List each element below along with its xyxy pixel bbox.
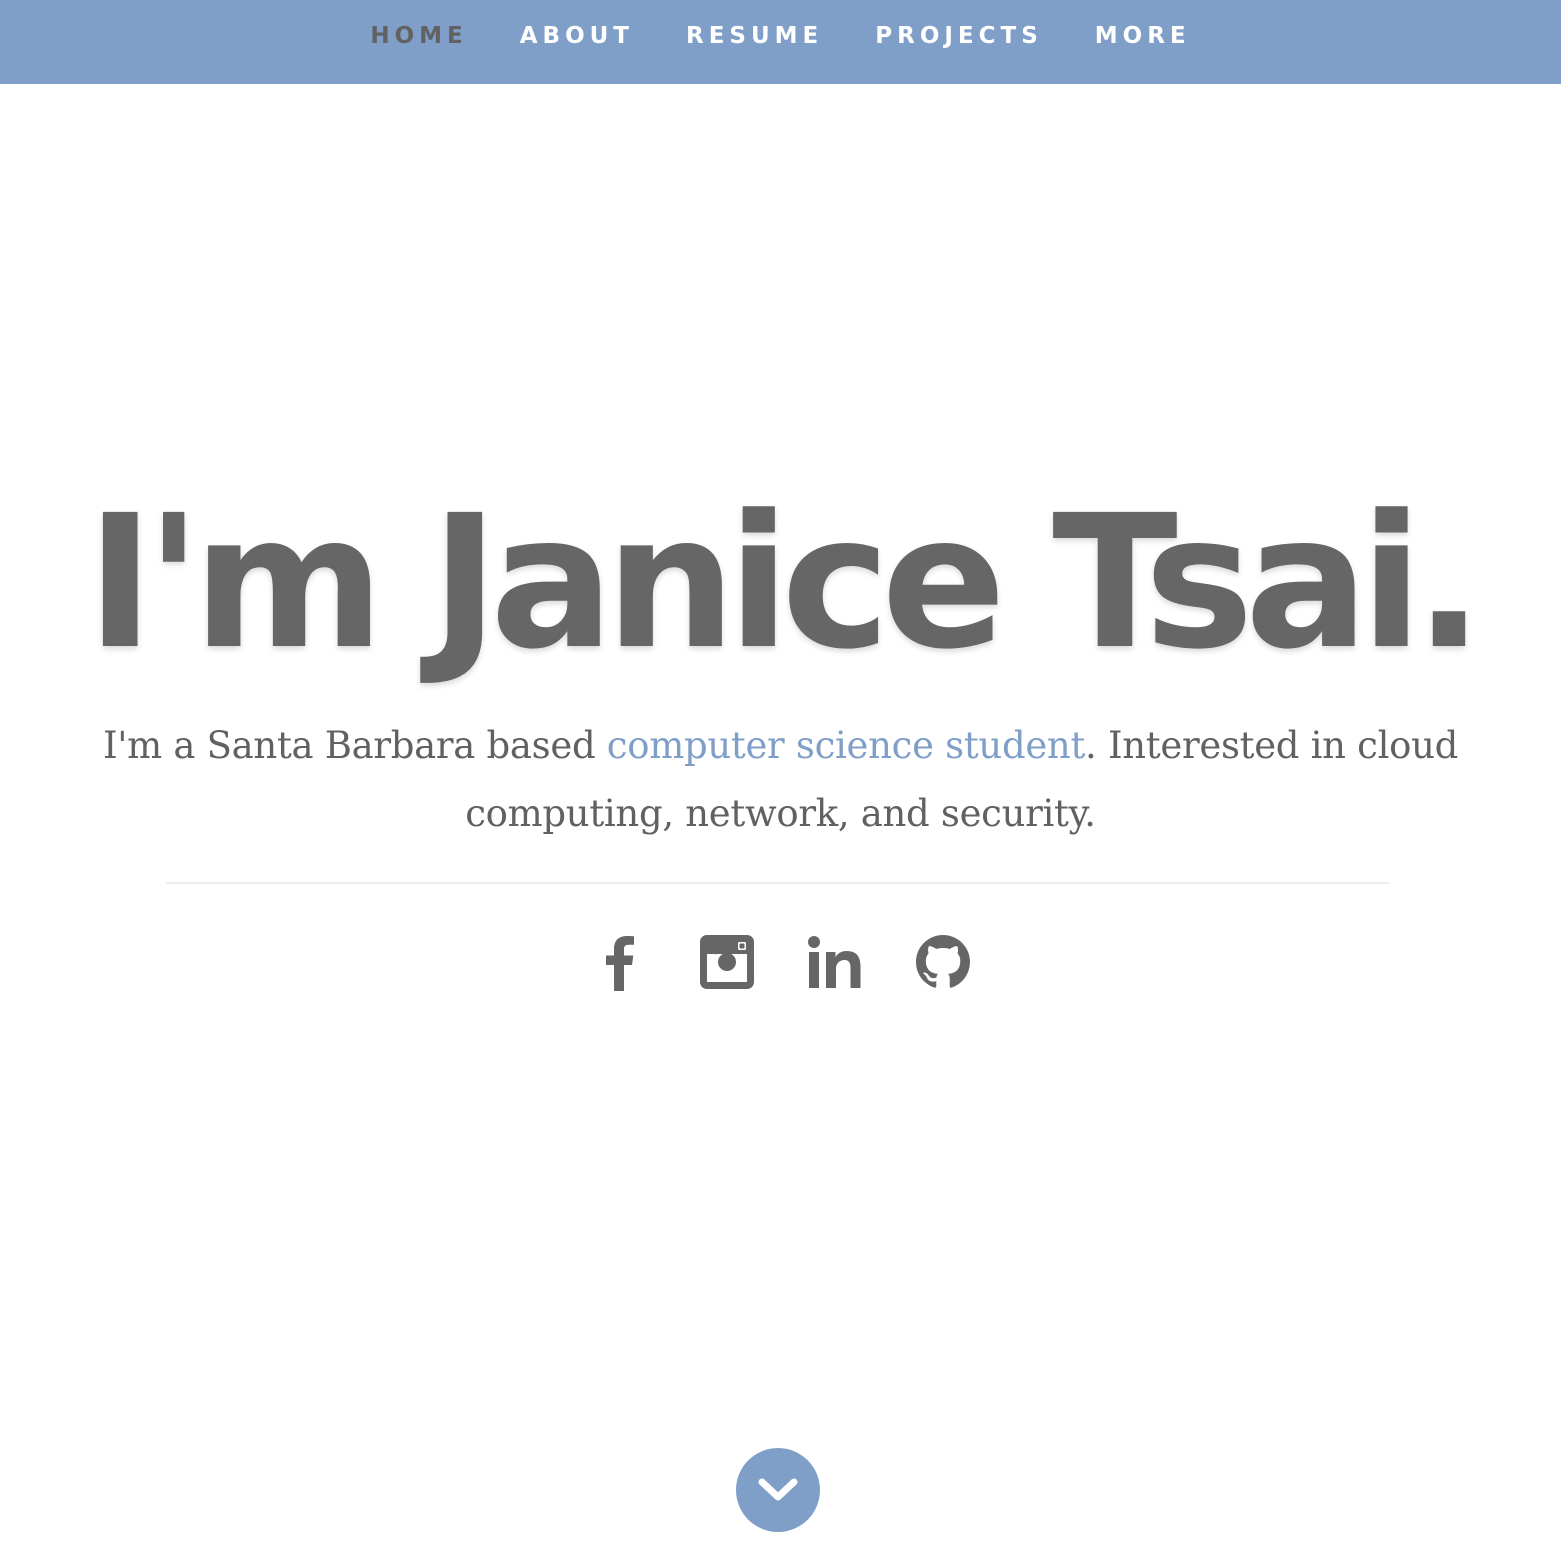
github-icon [915,935,970,988]
github-link[interactable] [913,932,973,992]
hero-desc-before: I'm a Santa Barbara based [102,724,607,767]
nav-item-home[interactable]: HOME [344,23,493,49]
nav-list: HOME ABOUT RESUME PROJECTS MORE [344,23,1216,49]
facebook-icon [605,936,634,991]
facebook-link[interactable] [589,932,649,992]
instagram-link[interactable] [697,932,757,992]
divider [166,882,1389,884]
hero-title: I'm Janice Tsai. [86,476,1484,690]
linkedin-link[interactable] [805,932,865,992]
nav-item-resume[interactable]: RESUME [660,23,849,49]
nav-item-about[interactable]: ABOUT [494,23,660,49]
top-navbar: HOME ABOUT RESUME PROJECTS MORE [0,0,1561,84]
social-links [0,932,1561,992]
nav-item-projects[interactable]: PROJECTS [849,23,1069,49]
scroll-down-button[interactable] [736,1448,820,1532]
hero-description: I'm a Santa Barbara based computer scien… [100,712,1461,848]
nav-item-more[interactable]: MORE [1069,23,1217,49]
linkedin-icon [807,936,860,988]
instagram-icon [699,935,754,989]
hero-desc-link[interactable]: computer science student [607,724,1086,767]
chevron-down-icon [758,1478,798,1501]
